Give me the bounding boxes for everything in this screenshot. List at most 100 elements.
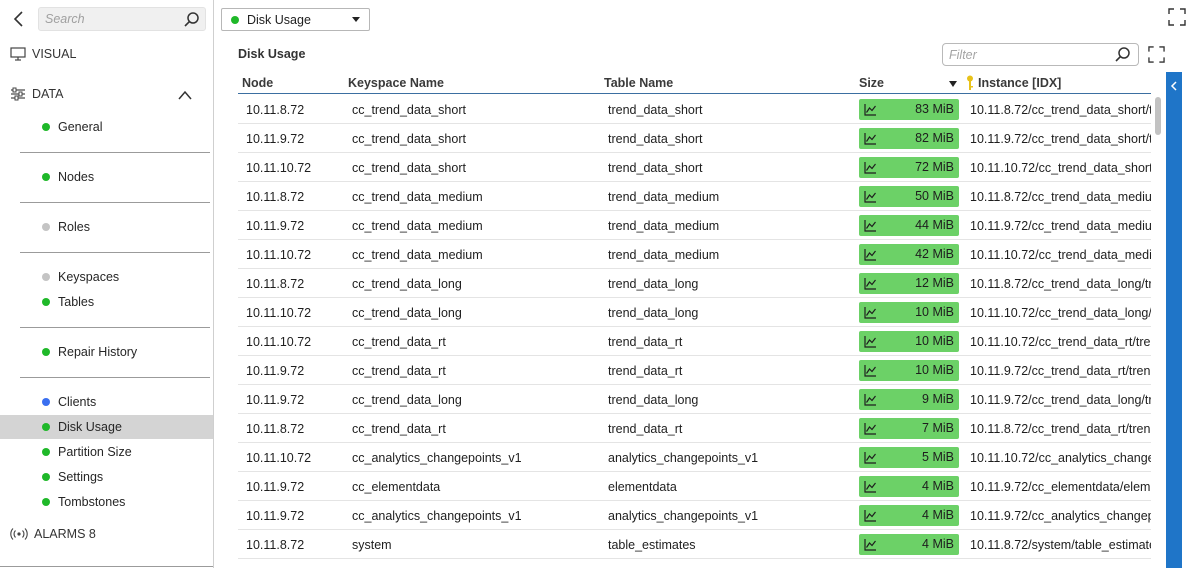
trend-chart-icon[interactable] bbox=[864, 364, 877, 377]
table-row[interactable]: 10.11.8.72 cc_trend_data_rt trend_data_rt 7… bbox=[238, 414, 1151, 443]
side-panel-toggle[interactable] bbox=[1166, 72, 1182, 568]
status-dot bbox=[42, 348, 50, 356]
cell-node: 10.11.9.72 bbox=[246, 509, 305, 523]
fullscreen-icon[interactable] bbox=[1168, 8, 1186, 26]
table-row[interactable]: 10.11.8.72 system table_estimates 4 MiB 10.1… bbox=[238, 530, 1151, 559]
status-dot bbox=[231, 15, 239, 24]
trend-chart-icon[interactable] bbox=[864, 190, 877, 203]
panel-fullscreen-icon[interactable] bbox=[1148, 46, 1165, 63]
cell-size: 5 MiB bbox=[922, 450, 954, 464]
sidebar-item-label: Keyspaces bbox=[58, 270, 120, 284]
cell-node: 10.11.10.72 bbox=[246, 248, 312, 262]
trend-chart-icon[interactable] bbox=[864, 538, 877, 551]
table-row[interactable]: 10.11.9.72 cc_trend_data_medium trend_data… bbox=[238, 211, 1151, 240]
search-icon[interactable] bbox=[1114, 46, 1131, 63]
scrollbar-track[interactable] bbox=[1154, 95, 1162, 568]
trend-chart-icon[interactable] bbox=[864, 480, 877, 493]
trend-chart-icon[interactable] bbox=[864, 451, 877, 464]
sidebar-item-tombstones[interactable]: Tombstones bbox=[0, 490, 213, 514]
sidebar-item-repair-history[interactable]: Repair History bbox=[0, 340, 213, 364]
cell-size: 83 MiB bbox=[915, 102, 954, 116]
sidebar-item-label: Repair History bbox=[58, 345, 138, 359]
trend-chart-icon[interactable] bbox=[864, 132, 877, 145]
column-header-keyspace[interactable]: Keyspace Name bbox=[348, 76, 444, 90]
chevron-up-icon[interactable] bbox=[177, 88, 193, 102]
size-bar: 10 MiB bbox=[859, 331, 959, 352]
filter-box bbox=[942, 43, 1139, 66]
table-row[interactable]: 10.11.9.72 cc_elementdata elementdata 4 MiB… bbox=[238, 472, 1151, 501]
cell-size: 12 MiB bbox=[915, 276, 954, 290]
size-bar: 4 MiB bbox=[859, 505, 959, 526]
view-select[interactable]: Disk Usage bbox=[221, 8, 370, 31]
status-dot bbox=[42, 498, 50, 506]
trend-chart-icon[interactable] bbox=[864, 306, 877, 319]
status-dot bbox=[42, 448, 50, 456]
trend-chart-icon[interactable] bbox=[864, 103, 877, 116]
trend-chart-icon[interactable] bbox=[864, 393, 877, 406]
table-row[interactable]: 10.11.9.72 cc_trend_data_short trend_data_… bbox=[238, 124, 1151, 153]
table-row[interactable]: 10.11.10.72 cc_trend_data_rt trend_data_rt… bbox=[238, 327, 1151, 356]
cell-keyspace: cc_analytics_changepoints_v1 bbox=[352, 451, 522, 465]
sidebar-item-settings[interactable]: Settings bbox=[0, 465, 213, 489]
table-row[interactable]: 10.11.9.72 cc_trend_data_long trend_data_l… bbox=[238, 385, 1151, 414]
cell-node: 10.11.8.72 bbox=[246, 190, 305, 204]
table-row[interactable]: 10.11.8.72 cc_trend_data_medium trend_data… bbox=[238, 182, 1151, 211]
column-header-node[interactable]: Node bbox=[242, 76, 273, 90]
size-bar: 44 MiB bbox=[859, 215, 959, 236]
sidebar-item-label: Tombstones bbox=[58, 495, 126, 509]
cell-table: trend_data_short bbox=[608, 132, 703, 146]
trend-chart-icon[interactable] bbox=[864, 248, 877, 261]
table-row[interactable]: 10.11.8.72 cc_trend_data_long trend_data_l… bbox=[238, 269, 1151, 298]
sidebar-item-keyspaces[interactable]: Keyspaces bbox=[0, 265, 213, 289]
sidebar-section-data[interactable]: DATA bbox=[10, 87, 63, 101]
cell-node: 10.11.10.72 bbox=[246, 161, 312, 175]
divider bbox=[20, 377, 210, 378]
sidebar-item-nodes[interactable]: Nodes bbox=[0, 165, 213, 189]
cell-keyspace: cc_analytics_changepoints_v1 bbox=[352, 509, 522, 523]
table-row[interactable]: 10.11.10.72 cc_trend_data_long trend_data_… bbox=[238, 298, 1151, 327]
sidebar-section-visual[interactable]: VISUAL bbox=[10, 47, 76, 61]
cell-instance: 10.11.8.72/system/table_estimates bbox=[970, 538, 1151, 552]
status-dot bbox=[42, 298, 50, 306]
scrollbar-thumb[interactable] bbox=[1155, 97, 1161, 135]
trend-chart-icon[interactable] bbox=[864, 161, 877, 174]
table-row[interactable]: 10.11.8.72 cc_trend_data_short trend_data_… bbox=[238, 95, 1151, 124]
trend-chart-icon[interactable] bbox=[864, 219, 877, 232]
cell-table: trend_data_short bbox=[608, 103, 703, 117]
cell-node: 10.11.9.72 bbox=[246, 219, 305, 233]
search-input[interactable] bbox=[39, 8, 175, 30]
sidebar-item-partition-size[interactable]: Partition Size bbox=[0, 440, 213, 464]
cell-instance: 10.11.9.72/cc_trend_data_long/trend_data… bbox=[970, 393, 1151, 407]
cell-table: trend_data_medium bbox=[608, 248, 720, 262]
filter-input[interactable] bbox=[943, 44, 1103, 65]
cell-size: 10 MiB bbox=[915, 334, 954, 348]
cell-keyspace: cc_trend_data_medium bbox=[352, 190, 483, 204]
table-row[interactable]: 10.11.9.72 cc_analytics_changepoints_v1 an… bbox=[238, 501, 1151, 530]
sort-descending-icon[interactable] bbox=[949, 81, 957, 87]
sidebar-item-roles[interactable]: Roles bbox=[0, 215, 213, 239]
sidebar-item-disk-usage[interactable]: Disk Usage bbox=[0, 415, 213, 439]
sidebar-item-tables[interactable]: Tables bbox=[0, 290, 213, 314]
cell-size: 44 MiB bbox=[915, 218, 954, 232]
sidebar-section-alarms[interactable]: ALARMS 8 bbox=[10, 527, 96, 541]
table-row[interactable]: 10.11.10.72 cc_analytics_changepoints_v1 a… bbox=[238, 443, 1151, 472]
panel-title: Disk Usage bbox=[238, 47, 306, 61]
column-header-table[interactable]: Table Name bbox=[604, 76, 673, 90]
caret-down-icon bbox=[352, 17, 360, 22]
back-arrow-icon[interactable] bbox=[10, 10, 28, 28]
sidebar-item-general[interactable]: General bbox=[0, 115, 213, 139]
cell-node: 10.11.9.72 bbox=[246, 393, 305, 407]
trend-chart-icon[interactable] bbox=[864, 335, 877, 348]
trend-chart-icon[interactable] bbox=[864, 277, 877, 290]
sidebar-item-clients[interactable]: Clients bbox=[0, 390, 213, 414]
cell-instance: 10.11.8.72/cc_trend_data_rt/trend_data_r… bbox=[970, 422, 1151, 436]
trend-chart-icon[interactable] bbox=[864, 422, 877, 435]
column-header-instance[interactable]: Instance [IDX] bbox=[978, 76, 1061, 90]
table-row[interactable]: 10.11.10.72 cc_trend_data_medium trend_dat… bbox=[238, 240, 1151, 269]
search-icon[interactable] bbox=[183, 11, 200, 28]
column-header-size[interactable]: Size bbox=[859, 76, 884, 90]
cell-keyspace: cc_trend_data_long bbox=[352, 277, 462, 291]
table-row[interactable]: 10.11.10.72 cc_trend_data_short trend_data… bbox=[238, 153, 1151, 182]
trend-chart-icon[interactable] bbox=[864, 509, 877, 522]
table-row[interactable]: 10.11.9.72 cc_trend_data_rt trend_data_rt 1… bbox=[238, 356, 1151, 385]
